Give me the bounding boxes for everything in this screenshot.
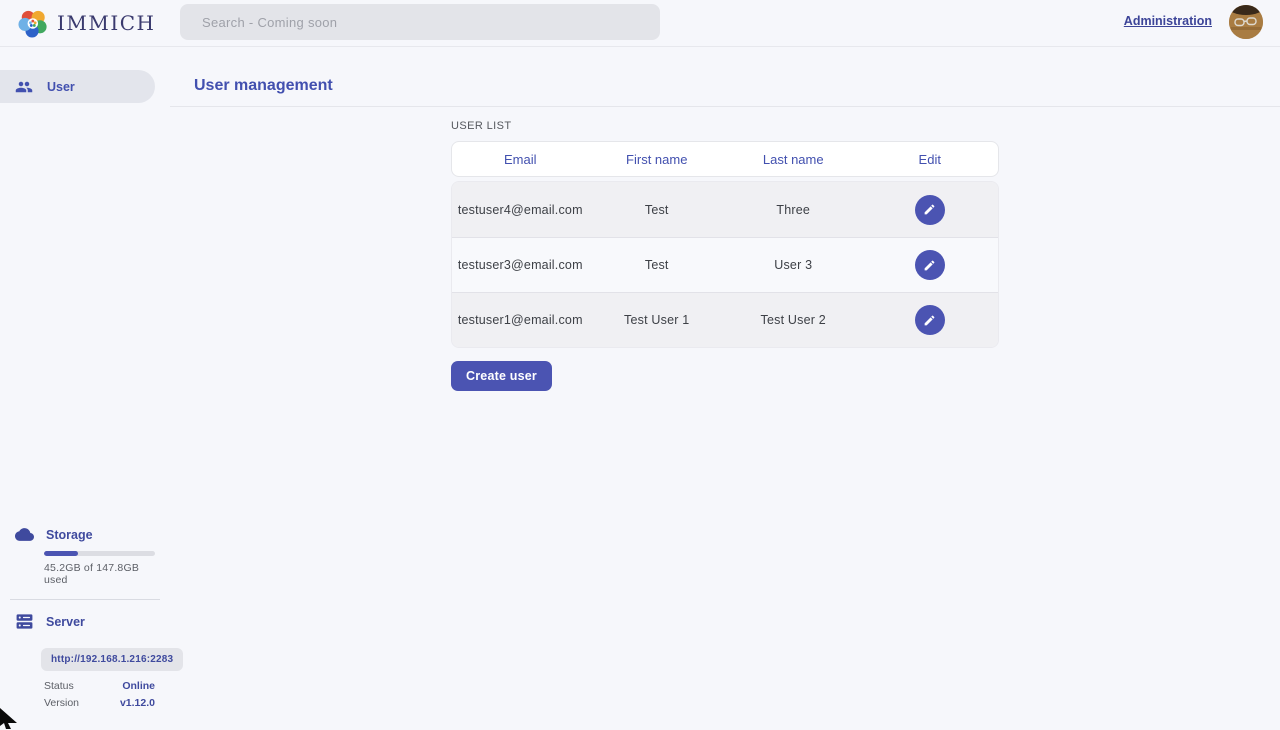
user-first-name-cell: Test	[589, 258, 726, 272]
server-version-row: Version v1.12.0	[44, 697, 155, 709]
page-header: User management	[170, 47, 1280, 107]
user-last-name-cell: User 3	[725, 258, 862, 272]
user-email-cell: testuser3@email.com	[452, 258, 589, 272]
storage-progress-bar	[44, 551, 155, 556]
table-row: testuser1@email.com Test User 1 Test Use…	[452, 292, 998, 347]
server-status-row: Status Online	[44, 680, 155, 692]
create-user-button[interactable]: Create user	[451, 361, 552, 391]
user-last-name-cell: Test User 2	[725, 313, 862, 327]
user-last-name-cell: Three	[725, 203, 862, 217]
column-header-email: Email	[452, 152, 589, 167]
user-first-name-cell: Test User 1	[589, 313, 726, 327]
sidebar-footer: Storage 45.2GB of 147.8GB used Server ht…	[0, 525, 170, 730]
main-content: User management USER LIST Email First na…	[170, 47, 1280, 730]
pencil-icon	[923, 259, 936, 272]
version-label: Version	[44, 697, 79, 709]
column-header-last-name: Last name	[725, 152, 862, 167]
table-header-row: Email First name Last name Edit	[451, 141, 999, 177]
column-header-first-name: First name	[589, 152, 726, 167]
edit-user-button[interactable]	[915, 195, 945, 225]
storage-usage-text: 45.2GB of 147.8GB used	[44, 562, 155, 586]
user-email-cell: testuser4@email.com	[452, 203, 589, 217]
storage-progress-fill	[44, 551, 78, 556]
edit-user-button[interactable]	[915, 305, 945, 335]
edit-user-button[interactable]	[915, 250, 945, 280]
pencil-icon	[923, 203, 936, 216]
table-row: testuser3@email.com Test User 3	[452, 237, 998, 292]
immich-logo[interactable]: IMMICH	[18, 7, 156, 39]
sidebar-item-label: User	[47, 80, 75, 94]
status-value: Online	[122, 680, 155, 692]
server-icon	[15, 612, 34, 631]
section-label: USER LIST	[451, 120, 511, 132]
table-row: testuser4@email.com Test Three	[452, 182, 998, 237]
top-bar: IMMICH Administration	[0, 0, 1280, 47]
cloud-icon	[15, 525, 34, 544]
user-email-cell: testuser1@email.com	[452, 313, 589, 327]
sidebar-divider	[10, 599, 160, 600]
server-header: Server	[15, 612, 155, 631]
sidebar: User Storage 45.2GB of 147.8GB used	[0, 47, 170, 730]
storage-header: Storage	[15, 525, 155, 544]
sidebar-item-user[interactable]: User	[0, 70, 155, 103]
user-first-name-cell: Test	[589, 203, 726, 217]
table-body: testuser4@email.com Test Three	[451, 181, 999, 348]
immich-flower-icon	[18, 8, 48, 38]
storage-title: Storage	[46, 528, 93, 542]
server-url-badge: http://192.168.1.216:2283	[41, 648, 183, 671]
server-title: Server	[46, 615, 85, 629]
user-group-icon	[15, 78, 33, 96]
user-avatar[interactable]	[1229, 5, 1263, 39]
pencil-icon	[923, 314, 936, 327]
search-input[interactable]	[180, 4, 660, 40]
user-table: Email First name Last name Edit testuser…	[451, 141, 999, 348]
version-value: v1.12.0	[120, 697, 155, 709]
administration-link[interactable]: Administration	[1124, 14, 1212, 28]
page-title: User management	[194, 76, 1256, 96]
logo-text: IMMICH	[57, 7, 156, 39]
status-label: Status	[44, 680, 74, 692]
column-header-edit: Edit	[862, 152, 999, 167]
